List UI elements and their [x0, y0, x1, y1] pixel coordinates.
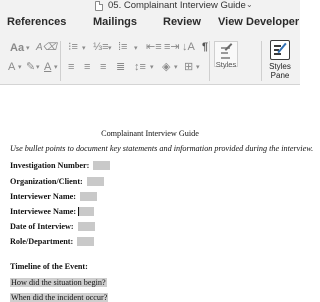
question-text: When did the incident occur? [10, 293, 109, 302]
instruction-text: Use bullet points to document key statem… [10, 144, 314, 153]
styles-pane-button[interactable]: Styles Pane [262, 62, 298, 80]
chevron-down-icon[interactable]: ▾ [82, 43, 86, 55]
chevron-down-icon[interactable]: ▾ [36, 62, 40, 74]
interviewee-name-field[interactable] [79, 207, 95, 216]
clear-formatting-icon[interactable]: A⌫ [36, 42, 57, 54]
question-item[interactable]: When did the incident occur? [10, 293, 109, 302]
tab-review[interactable]: Review [163, 16, 201, 28]
field-row: Interviewee Name: [10, 207, 95, 216]
borders-icon[interactable]: ⊞ [184, 61, 193, 73]
document-icon [95, 1, 103, 11]
chevron-down-icon[interactable]: ⌄ [246, 0, 253, 9]
shading-icon[interactable]: ◈ [162, 61, 170, 73]
justify-icon[interactable]: ≣ [116, 61, 125, 73]
interviewer-name-field[interactable] [80, 192, 98, 201]
question-text: How did the situation begin? [10, 278, 107, 287]
decrease-indent-icon[interactable]: ⇤≡ [146, 41, 162, 53]
tab-mailings[interactable]: Mailings [93, 16, 137, 28]
styles-pane-icon[interactable] [270, 40, 290, 60]
field-row: Interviewer Name: [10, 192, 98, 201]
numbering-icon[interactable]: ⅓≡ [93, 41, 109, 53]
styles-label[interactable]: Styles [215, 60, 237, 69]
field-label: Organization/Client: [10, 177, 83, 186]
investigation-number-field[interactable] [93, 161, 111, 170]
text-effects-icon[interactable]: A [8, 61, 15, 73]
field-label: Interviewee Name: [10, 207, 77, 216]
increase-indent-icon[interactable]: ≡⇥ [164, 41, 180, 53]
line-spacing-icon[interactable]: ↕≡ [134, 61, 146, 73]
tab-references[interactable]: References [7, 16, 66, 28]
sort-icon[interactable]: ↓A [182, 41, 195, 53]
chevron-down-icon[interactable]: ▾ [54, 62, 58, 74]
date-of-interview-field[interactable] [77, 222, 95, 231]
field-label: Investigation Number: [10, 161, 90, 170]
question-item[interactable]: How did the situation begin? [10, 278, 107, 287]
ribbon-separator [209, 41, 210, 81]
section-title: Timeline of the Event: [10, 262, 88, 271]
document-title[interactable]: 05. Complainant Interview Guide [108, 0, 246, 11]
title-bar: 05. Complainant Interview Guide ⌄ [0, 0, 300, 13]
field-label: Role/Department: [10, 237, 74, 246]
chevron-down-icon[interactable]: ▾ [174, 62, 178, 74]
page-title: Complainant Interview Guide [101, 129, 199, 138]
font-case-icon[interactable]: Aa [10, 42, 24, 54]
tab-view[interactable]: View [218, 16, 243, 28]
align-right-icon[interactable]: ≡ [100, 61, 106, 73]
field-row: Organization/Client: [10, 177, 104, 186]
document-page[interactable]: Complainant Interview Guide Use bullet p… [0, 85, 313, 302]
chevron-down-icon[interactable]: ▾ [18, 62, 22, 74]
ribbon-tabs: References Mailings Review View Develope… [0, 13, 300, 37]
chevron-down-icon[interactable]: ▾ [26, 43, 30, 55]
chevron-down-icon[interactable]: ▾ [108, 43, 112, 55]
role-department-field[interactable] [77, 237, 95, 246]
chevron-down-icon[interactable]: ▾ [196, 62, 200, 74]
show-formatting-icon[interactable]: ¶ [202, 41, 208, 53]
field-label: Date of Interview: [10, 222, 74, 231]
font-color-icon[interactable]: A [44, 61, 51, 73]
align-center-icon[interactable]: ≡ [84, 61, 90, 73]
ribbon-toolbar: Aa ▾ A⌫ ⁝≡ ▾ ⅓≡ ▾ ⁞≡ ▾ ⇤≡ ≡⇥ ↓A ¶ A ▾ ✎ … [0, 37, 300, 85]
align-left-icon[interactable]: ≡ [68, 61, 74, 73]
multilevel-list-icon[interactable]: ⁞≡ [118, 41, 127, 53]
field-row: Role/Department: [10, 237, 95, 246]
ribbon-separator [60, 41, 61, 81]
field-label: Interviewer Name: [10, 192, 77, 201]
organization-client-field[interactable] [86, 177, 104, 186]
highlight-color-icon[interactable]: ✎ [26, 61, 35, 73]
chevron-down-icon[interactable]: ▾ [134, 43, 138, 55]
chevron-down-icon[interactable]: ▾ [150, 62, 154, 74]
field-row: Investigation Number: [10, 161, 111, 170]
tab-developer[interactable]: Developer [246, 16, 299, 28]
field-row: Date of Interview: [10, 222, 95, 231]
bullets-icon[interactable]: ⁝≡ [68, 41, 78, 53]
